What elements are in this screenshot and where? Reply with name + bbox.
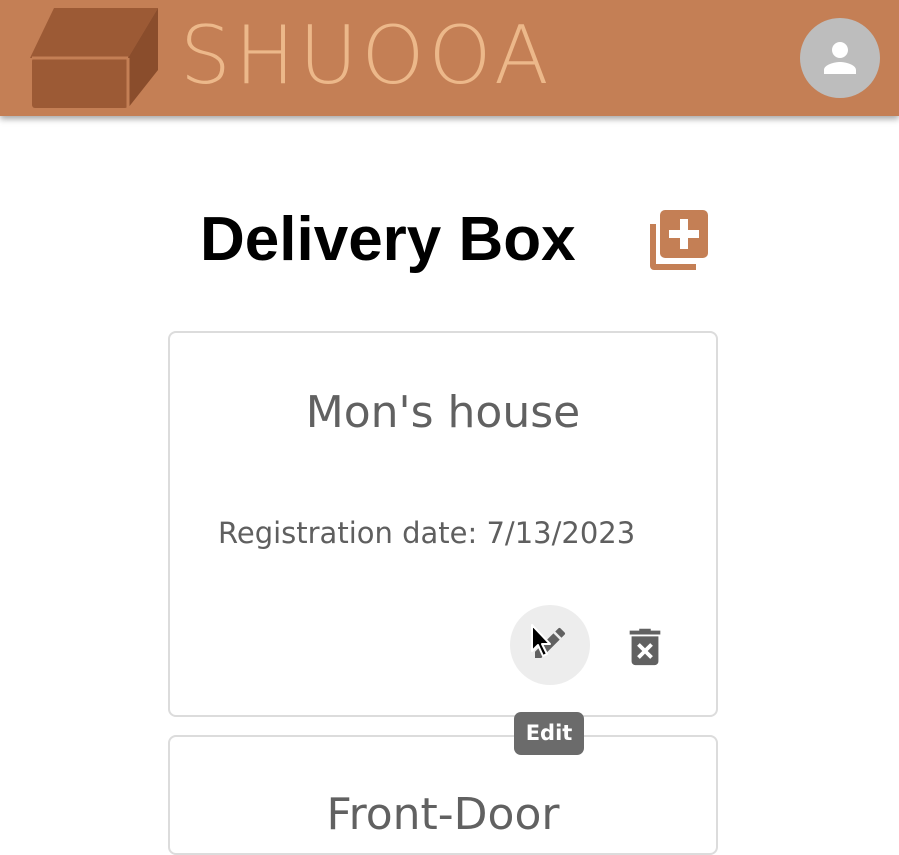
brand-name: SHUOOA — [180, 9, 553, 102]
trash-x-icon — [629, 628, 661, 666]
edit-tooltip: Edit — [514, 712, 584, 755]
edit-button[interactable] — [510, 605, 590, 685]
account-avatar-button[interactable] — [800, 18, 880, 98]
person-icon — [824, 42, 856, 74]
add-delivery-box-button[interactable] — [644, 206, 712, 274]
library-add-icon — [650, 210, 708, 270]
app-header: SHUOOA — [0, 0, 899, 116]
page-title: Delivery Box — [200, 205, 576, 274]
mouse-cursor-icon — [531, 624, 551, 657]
registration-date: Registration date: 7/13/2023 — [218, 516, 636, 550]
delivery-box-logo[interactable] — [30, 8, 160, 110]
box-name: Mon's house — [305, 387, 581, 438]
box-name: Front-Door — [326, 789, 560, 840]
delete-button[interactable] — [622, 623, 668, 669]
delivery-box-card: Front-Door — [168, 735, 718, 855]
delivery-box-card: Mon's house Registration date: 7/13/2023 — [168, 331, 718, 717]
